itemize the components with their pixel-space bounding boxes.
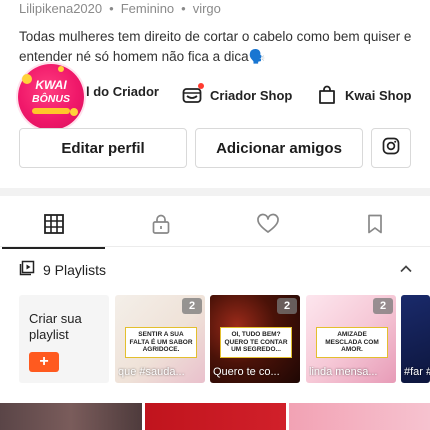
playlist-icon xyxy=(19,260,35,281)
zodiac-sign: virgo xyxy=(192,1,221,16)
kwai-shop-label: Kwai Shop xyxy=(345,87,412,103)
badge-ribbon xyxy=(32,108,70,114)
bookmark-icon xyxy=(364,213,386,240)
kwai-bonus-badge[interactable]: KWAI BÔNUS xyxy=(18,64,84,130)
creator-center-link[interactable]: l do Criador xyxy=(86,84,159,99)
notification-dot xyxy=(198,83,204,89)
video-thumbnail[interactable] xyxy=(145,403,286,430)
video-count-badge: 2 xyxy=(277,298,297,314)
instagram-icon xyxy=(382,137,400,159)
badge-title: KWAI xyxy=(35,78,67,92)
playlist-caption: Quero te co... xyxy=(213,366,280,378)
playlist-caption: que #sauda... xyxy=(118,366,185,378)
shopping-bag-icon xyxy=(316,84,338,106)
username: Lilipikena2020 xyxy=(19,1,103,16)
tabs-divider xyxy=(0,246,430,247)
chevron-up-icon[interactable] xyxy=(399,262,413,281)
quote-banner: AMIZADE MESCLADA COM AMOR. xyxy=(316,327,388,358)
playlists-count-label: 9 Playlists xyxy=(43,262,107,278)
lock-icon xyxy=(150,213,172,240)
quote-banner: OI, TUDO BEM? QUERO TE CONTAR UM SEGREDO… xyxy=(220,327,292,358)
sparkle-icon xyxy=(70,108,78,116)
creator-shop-icon xyxy=(181,83,204,106)
instagram-button[interactable] xyxy=(371,128,411,168)
gender: Feminino xyxy=(120,1,175,16)
playlist-card[interactable]: 2 OI, TUDO BEM? QUERO TE CONTAR UM SEGRE… xyxy=(210,295,300,383)
video-count-badge: 2 xyxy=(373,298,393,314)
heart-icon xyxy=(256,213,280,240)
tab-liked[interactable] xyxy=(214,204,321,248)
edit-profile-button[interactable]: Editar perfil xyxy=(19,128,187,168)
video-thumbnail[interactable] xyxy=(289,403,430,430)
tab-grid[interactable] xyxy=(0,204,107,249)
video-count-badge: 2 xyxy=(182,298,202,314)
profile-bio: Todas mulheres tem direito de cortar o c… xyxy=(19,29,412,64)
creator-shop-link[interactable]: Criador Shop xyxy=(181,83,293,106)
playlist-card[interactable]: #far #PU xyxy=(401,295,430,383)
content-tabs xyxy=(0,204,430,249)
video-thumbnail[interactable] xyxy=(0,403,142,430)
grid-icon xyxy=(43,213,65,240)
quote-banner: SENTIR A SUA FALTA É UM SABOR AGRIDOCE. xyxy=(125,327,197,358)
creator-shop-label: Criador Shop xyxy=(210,87,293,103)
creator-center-label: l do Criador xyxy=(86,84,159,99)
playlist-card[interactable]: 2 SENTIR A SUA FALTA É UM SABOR AGRIDOCE… xyxy=(115,295,205,383)
separator: • xyxy=(181,1,186,16)
playlists-header[interactable]: 9 Playlists xyxy=(19,260,419,280)
playlist-caption: #far #PU xyxy=(404,366,430,378)
playlist-card[interactable]: 2 AMIZADE MESCLADA COM AMOR. linda mensa… xyxy=(306,295,396,383)
add-friends-button[interactable]: Adicionar amigos xyxy=(195,128,363,168)
tab-saved[interactable] xyxy=(321,204,428,248)
create-playlist-card[interactable]: Criar sua playlist + xyxy=(19,295,109,383)
section-divider xyxy=(0,188,430,196)
playlist-caption: linda mensa... xyxy=(309,366,378,378)
kwai-shop-link[interactable]: Kwai Shop xyxy=(316,84,411,106)
badge-subtitle: BÔNUS xyxy=(32,93,70,105)
tab-private[interactable] xyxy=(107,204,214,248)
sparkle-icon xyxy=(58,66,64,72)
create-playlist-button[interactable]: + xyxy=(29,352,59,372)
profile-meta: Lilipikena2020 • Feminino • virgo xyxy=(19,1,221,16)
create-playlist-label: Criar sua playlist xyxy=(29,311,82,342)
separator: • xyxy=(109,1,114,16)
